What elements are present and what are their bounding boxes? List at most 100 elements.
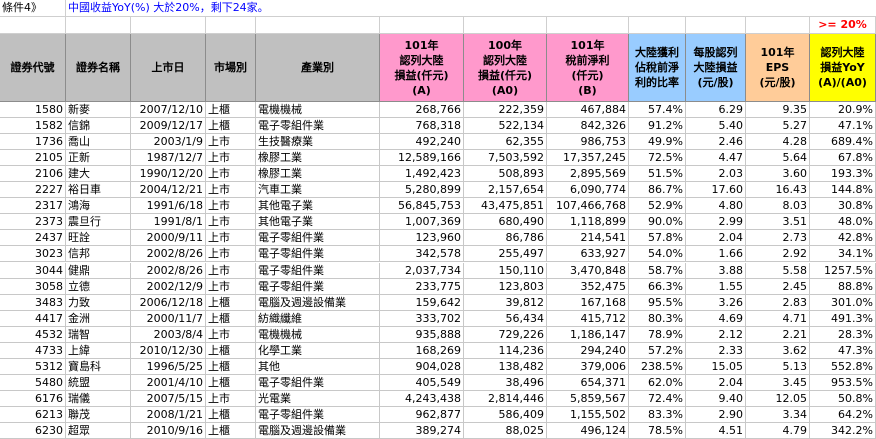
cell-pretax-income-101[interactable]: 633,927 [547, 246, 629, 263]
cell-china-eps[interactable]: 15.05 [686, 358, 746, 375]
empty-cell[interactable] [66, 17, 131, 34]
cell-pretax-income-101[interactable]: 1,155,502 [547, 406, 629, 423]
cell-stock-code[interactable]: 1582 [0, 118, 66, 135]
cell-pretax-income-101[interactable]: 842,326 [547, 118, 629, 135]
cell-listing-date[interactable]: 2008/1/21 [131, 406, 206, 423]
cell-china-ratio[interactable]: 95.5% [629, 294, 686, 311]
hdr-market[interactable]: 市場別 [206, 34, 256, 102]
cell-stock-code[interactable]: 2106 [0, 166, 66, 183]
empty-cell[interactable] [686, 17, 746, 34]
cell-market[interactable]: 上市 [206, 150, 256, 167]
cell-china-profit-101[interactable]: 2,037,734 [380, 262, 464, 279]
cell-pretax-income-101[interactable]: 294,240 [547, 342, 629, 359]
cell-china-profit-101[interactable]: 123,960 [380, 230, 464, 247]
cell-china-profit-100[interactable]: 123,803 [464, 278, 547, 295]
cell-china-eps[interactable]: 4.47 [686, 150, 746, 167]
cell-china-yoy[interactable]: 193.3% [810, 166, 876, 183]
cell-market[interactable]: 上市 [206, 214, 256, 231]
cell-china-ratio[interactable]: 58.7% [629, 262, 686, 279]
cell-market[interactable]: 上市 [206, 326, 256, 343]
cell-stock-code[interactable]: 3044 [0, 262, 66, 279]
cell-market[interactable]: 上市 [206, 246, 256, 263]
cell-stock-code[interactable]: 3483 [0, 294, 66, 311]
cell-china-yoy[interactable]: 34.1% [810, 246, 876, 263]
cell-listing-date[interactable]: 2001/4/10 [131, 374, 206, 391]
cell-eps-101[interactable]: 12.05 [746, 390, 810, 407]
cell-china-yoy[interactable]: 67.8% [810, 150, 876, 167]
cell-industry[interactable]: 電子零組件業 [256, 262, 380, 279]
cell-pretax-income-101[interactable]: 415,712 [547, 310, 629, 327]
cell-china-ratio[interactable]: 57.4% [629, 102, 686, 118]
cell-china-profit-100[interactable]: 2,157,654 [464, 182, 547, 199]
cell-listing-date[interactable]: 1987/12/7 [131, 150, 206, 167]
cell-pretax-income-101[interactable]: 986,753 [547, 134, 629, 151]
cell-china-profit-101[interactable]: 12,589,166 [380, 150, 464, 167]
cell-listing-date[interactable]: 2000/9/11 [131, 230, 206, 247]
cell-china-profit-100[interactable]: 222,359 [464, 102, 547, 118]
cell-market[interactable]: 上市 [206, 166, 256, 183]
cell-listing-date[interactable]: 2003/1/9 [131, 134, 206, 151]
cell-stock-code[interactable]: 2227 [0, 182, 66, 199]
empty-cell[interactable] [746, 17, 810, 34]
cell-market[interactable]: 上櫃 [206, 406, 256, 423]
cell-listing-date[interactable]: 2010/12/30 [131, 342, 206, 359]
cell-china-profit-100[interactable]: 508,893 [464, 166, 547, 183]
cell-eps-101[interactable]: 8.03 [746, 198, 810, 215]
cell-pretax-income-101[interactable]: 467,884 [547, 102, 629, 118]
cell-china-ratio[interactable]: 78.9% [629, 326, 686, 343]
condition-title[interactable]: 中國收益YoY(%) 大於20%，剩下24家。 [66, 0, 876, 17]
empty-cell[interactable] [547, 17, 629, 34]
cell-industry[interactable]: 紡織纖維 [256, 310, 380, 327]
cell-china-eps[interactable]: 2.04 [686, 230, 746, 247]
cell-eps-101[interactable]: 4.71 [746, 310, 810, 327]
cell-stock-name[interactable]: 統盟 [66, 374, 131, 391]
cell-china-yoy[interactable]: 20.9% [810, 102, 876, 118]
cell-market[interactable]: 上市 [206, 182, 256, 199]
cell-china-profit-100[interactable]: 586,409 [464, 406, 547, 423]
cell-stock-code[interactable]: 6230 [0, 423, 66, 439]
cell-industry[interactable]: 電腦及週邊設備業 [256, 423, 380, 439]
cell-china-profit-101[interactable]: 268,766 [380, 102, 464, 118]
cell-china-profit-101[interactable]: 1,007,369 [380, 214, 464, 231]
cell-china-profit-100[interactable]: 680,490 [464, 214, 547, 231]
cell-china-yoy[interactable]: 28.3% [810, 326, 876, 343]
cell-china-eps[interactable]: 9.40 [686, 390, 746, 407]
cell-china-yoy[interactable]: 552.8% [810, 358, 876, 375]
hdr-china-profit-101[interactable]: 101年 認列大陸 損益(仟元) (A) [380, 34, 464, 102]
cell-listing-date[interactable]: 2000/11/7 [131, 310, 206, 327]
cell-china-yoy[interactable]: 953.5% [810, 374, 876, 391]
cell-china-ratio[interactable]: 90.0% [629, 214, 686, 231]
cell-industry[interactable]: 電子零組件業 [256, 278, 380, 295]
cell-listing-date[interactable]: 2006/12/18 [131, 294, 206, 311]
cell-eps-101[interactable]: 2.83 [746, 294, 810, 311]
cell-china-ratio[interactable]: 54.0% [629, 246, 686, 263]
cell-industry[interactable]: 電機機械 [256, 326, 380, 343]
cell-pretax-income-101[interactable]: 1,118,899 [547, 214, 629, 231]
hdr-pretax-income-101[interactable]: 101年 稅前淨利 (仟元) (B) [547, 34, 629, 102]
cell-china-profit-100[interactable]: 43,475,851 [464, 198, 547, 215]
cell-stock-name[interactable]: 新麥 [66, 102, 131, 118]
cell-china-yoy[interactable]: 64.2% [810, 406, 876, 423]
cell-stock-code[interactable]: 2437 [0, 230, 66, 247]
cell-market[interactable]: 上櫃 [206, 294, 256, 311]
cell-market[interactable]: 上櫃 [206, 374, 256, 391]
cell-stock-code[interactable]: 4532 [0, 326, 66, 343]
cell-pretax-income-101[interactable]: 1,186,147 [547, 326, 629, 343]
cell-china-profit-101[interactable]: 5,280,899 [380, 182, 464, 199]
cell-listing-date[interactable]: 2002/12/9 [131, 278, 206, 295]
cell-listing-date[interactable]: 1996/5/25 [131, 358, 206, 375]
empty-cell[interactable] [256, 17, 380, 34]
cell-pretax-income-101[interactable]: 5,859,567 [547, 390, 629, 407]
cell-stock-name[interactable]: 金洲 [66, 310, 131, 327]
hdr-listing-date[interactable]: 上市日 [131, 34, 206, 102]
cell-eps-101[interactable]: 9.35 [746, 102, 810, 118]
cell-stock-code[interactable]: 2373 [0, 214, 66, 231]
cell-eps-101[interactable]: 3.60 [746, 166, 810, 183]
cell-china-eps[interactable]: 4.69 [686, 310, 746, 327]
cell-china-yoy[interactable]: 48.0% [810, 214, 876, 231]
cell-china-profit-100[interactable]: 150,110 [464, 262, 547, 279]
empty-cell[interactable] [131, 17, 206, 34]
cell-stock-name[interactable]: 瑞智 [66, 326, 131, 343]
empty-cell[interactable] [206, 17, 256, 34]
cell-china-ratio[interactable]: 78.5% [629, 423, 686, 439]
